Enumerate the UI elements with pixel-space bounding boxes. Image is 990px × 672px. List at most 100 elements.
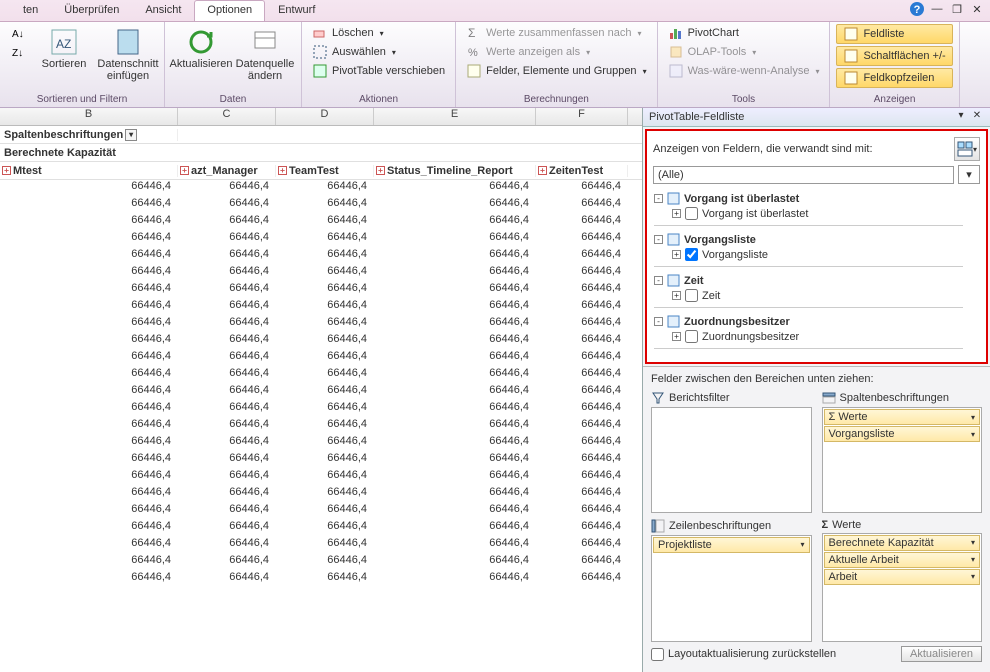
pivot-field-TeamTest[interactable]: +TeamTest — [276, 165, 374, 177]
tree-field[interactable]: +Zeit — [672, 288, 963, 303]
table-row[interactable]: 66446,466446,466446,466446,466446,4 — [0, 282, 642, 299]
pivotchart-button[interactable]: PivotChart — [664, 24, 824, 42]
sort-label: Sortieren — [42, 58, 87, 70]
table-row[interactable]: 66446,466446,466446,466446,466446,4 — [0, 180, 642, 197]
area-item[interactable]: Aktuelle Arbeit▾ — [824, 552, 981, 568]
table-row[interactable]: 66446,466446,466446,466446,466446,4 — [0, 367, 642, 384]
layout-options-button[interactable]: ▾ — [954, 137, 980, 161]
fields-button[interactable]: Felder, Elemente und Gruppen▾ — [462, 62, 650, 80]
buttons-toggle[interactable]: Schaltflächen +/- — [836, 46, 952, 66]
table-row[interactable]: 66446,466446,466446,466446,466446,4 — [0, 520, 642, 537]
tree-field[interactable]: +Zuordnungsbesitzer — [672, 329, 963, 344]
table-row[interactable]: 66446,466446,466446,466446,466446,4 — [0, 316, 642, 333]
pivot-field-azt_Manager[interactable]: +azt_Manager — [178, 165, 276, 177]
eraser-icon — [312, 25, 328, 41]
col-head-C[interactable]: C — [178, 108, 276, 125]
tree-field[interactable]: +Vorgang ist überlastet — [672, 206, 963, 221]
col-head-B[interactable]: B — [0, 108, 178, 125]
restore-icon[interactable]: ❐ — [948, 0, 966, 18]
table-row[interactable]: 66446,466446,466446,466446,466446,4 — [0, 571, 642, 588]
table-row[interactable]: 66446,466446,466446,466446,466446,4 — [0, 503, 642, 520]
help-icon[interactable]: ? — [908, 0, 926, 18]
pivot-column-labels-header[interactable]: Spaltenbeschriftungen▾ — [0, 129, 178, 141]
tab-view[interactable]: Ansicht — [132, 0, 194, 21]
table-row[interactable]: 66446,466446,466446,466446,466446,4 — [0, 418, 642, 435]
values-list[interactable]: Berechnete Kapazität▾Aktuelle Arbeit▾Arb… — [822, 533, 983, 643]
pivot-field-Status_Timeline_Report[interactable]: +Status_Timeline_Report — [374, 165, 536, 177]
area-item[interactable]: Berechnete Kapazität▾ — [824, 535, 981, 551]
showvalues-button[interactable]: %Werte anzeigen als▾ — [462, 43, 650, 61]
table-row[interactable]: 66446,466446,466446,466446,466446,4 — [0, 384, 642, 401]
column-labels-filter[interactable]: ▾ — [125, 129, 137, 141]
fieldlist-toggle[interactable]: Feldliste — [836, 24, 952, 44]
table-row[interactable]: 66446,466446,466446,466446,466446,4 — [0, 401, 642, 418]
clear-button[interactable]: Löschen▾ — [308, 24, 449, 42]
defer-layout-checkbox[interactable]: Layoutaktualisierung zurückstellen — [651, 648, 836, 661]
pivot-field-Mtest[interactable]: +Mtest — [0, 165, 178, 177]
change-source-button[interactable]: Datenquelle ändern — [235, 24, 295, 84]
area-item[interactable]: Arbeit▾ — [824, 569, 981, 585]
whatif-button[interactable]: Was-wäre-wenn-Analyse▾ — [664, 62, 824, 80]
refresh-icon — [185, 26, 217, 58]
fieldheads-toggle[interactable]: Feldkopfzeilen — [836, 68, 952, 88]
table-row[interactable]: 66446,466446,466446,466446,466446,4 — [0, 333, 642, 350]
panel-dropdown-icon[interactable]: ▾ — [954, 110, 968, 124]
table-row[interactable]: 66446,466446,466446,466446,466446,4 — [0, 486, 642, 503]
report-filter-list[interactable] — [651, 407, 812, 513]
table-row[interactable]: 66446,466446,466446,466446,466446,4 — [0, 554, 642, 571]
tab-design[interactable]: Entwurf — [265, 0, 328, 21]
table-row[interactable]: 66446,466446,466446,466446,466446,4 — [0, 265, 642, 282]
group-show: Feldliste Schaltflächen +/- Feldkopfzeil… — [830, 22, 959, 107]
table-row[interactable]: 66446,466446,466446,466446,466446,4 — [0, 248, 642, 265]
field-filter-arrow[interactable]: ▾ — [958, 165, 980, 184]
formula-icon — [466, 63, 482, 79]
sort-asc-button[interactable]: A↓ — [6, 24, 30, 42]
area-column-labels: Spaltenbeschriftungen Σ Werte▾Vorgangsli… — [822, 391, 983, 513]
table-row[interactable]: 66446,466446,466446,466446,466446,4 — [0, 537, 642, 554]
tree-group[interactable]: -Zuordnungsbesitzer — [654, 314, 963, 329]
update-button[interactable]: Aktualisieren — [901, 646, 982, 662]
move-button[interactable]: PivotTable verschieben — [308, 62, 449, 80]
refresh-button[interactable]: Aktualisieren — [171, 24, 231, 72]
table-row[interactable]: 66446,466446,466446,466446,466446,4 — [0, 350, 642, 367]
slicer-button[interactable]: Datenschnitt einfügen — [98, 24, 158, 84]
svg-text:%: % — [468, 47, 478, 59]
plusminus-icon — [843, 48, 859, 64]
table-row[interactable]: 66446,466446,466446,466446,466446,4 — [0, 435, 642, 452]
close-icon[interactable]: ✕ — [968, 0, 986, 18]
panel-close-icon[interactable]: ✕ — [970, 110, 984, 124]
olap-button[interactable]: OLAP-Tools▾ — [664, 43, 824, 61]
table-row[interactable]: 66446,466446,466446,466446,466446,4 — [0, 231, 642, 248]
row-labels-list[interactable]: Projektliste▾ — [651, 535, 812, 643]
field-filter-dropdown[interactable]: (Alle) — [653, 166, 954, 184]
svg-text:AZ: AZ — [56, 37, 71, 51]
table-row[interactable]: 66446,466446,466446,466446,466446,4 — [0, 197, 642, 214]
summarize-button[interactable]: ΣWerte zusammenfassen nach▾ — [462, 24, 650, 42]
funnel-icon — [651, 391, 665, 405]
table-row[interactable]: 66446,466446,466446,466446,466446,4 — [0, 452, 642, 469]
table-row[interactable]: 66446,466446,466446,466446,466446,4 — [0, 214, 642, 231]
minimize-icon[interactable]: — — [928, 0, 946, 18]
sort-desc-button[interactable]: Z↓ — [6, 43, 30, 61]
tree-field[interactable]: +Vorgangsliste — [672, 247, 963, 262]
sheet-body[interactable]: Spaltenbeschriftungen▾ Berechnete Kapazit… — [0, 126, 642, 588]
pivot-field-ZeitenTest[interactable]: +ZeitenTest — [536, 165, 628, 177]
area-item[interactable]: Σ Werte▾ — [824, 409, 981, 425]
pivot-measure-header: Berechnete Kapazität — [0, 147, 178, 159]
col-head-D[interactable]: D — [276, 108, 374, 125]
area-item[interactable]: Projektliste▾ — [653, 537, 810, 553]
table-row[interactable]: 66446,466446,466446,466446,466446,4 — [0, 469, 642, 486]
sort-button[interactable]: AZ Sortieren — [34, 24, 94, 72]
select-button[interactable]: Auswählen▾ — [308, 43, 449, 61]
tab-options[interactable]: Optionen — [194, 0, 265, 21]
tab-1[interactable]: ten — [10, 0, 51, 21]
column-labels-list[interactable]: Σ Werte▾Vorgangsliste▾ — [822, 407, 983, 513]
table-row[interactable]: 66446,466446,466446,466446,466446,4 — [0, 299, 642, 316]
tree-group[interactable]: -Vorgangsliste — [654, 232, 963, 247]
col-head-F[interactable]: F — [536, 108, 628, 125]
area-item[interactable]: Vorgangsliste▾ — [824, 426, 981, 442]
col-head-E[interactable]: E — [374, 108, 536, 125]
tree-group[interactable]: -Vorgang ist überlastet — [654, 191, 963, 206]
tree-group[interactable]: -Zeit — [654, 273, 963, 288]
tab-review[interactable]: Überprüfen — [51, 0, 132, 21]
